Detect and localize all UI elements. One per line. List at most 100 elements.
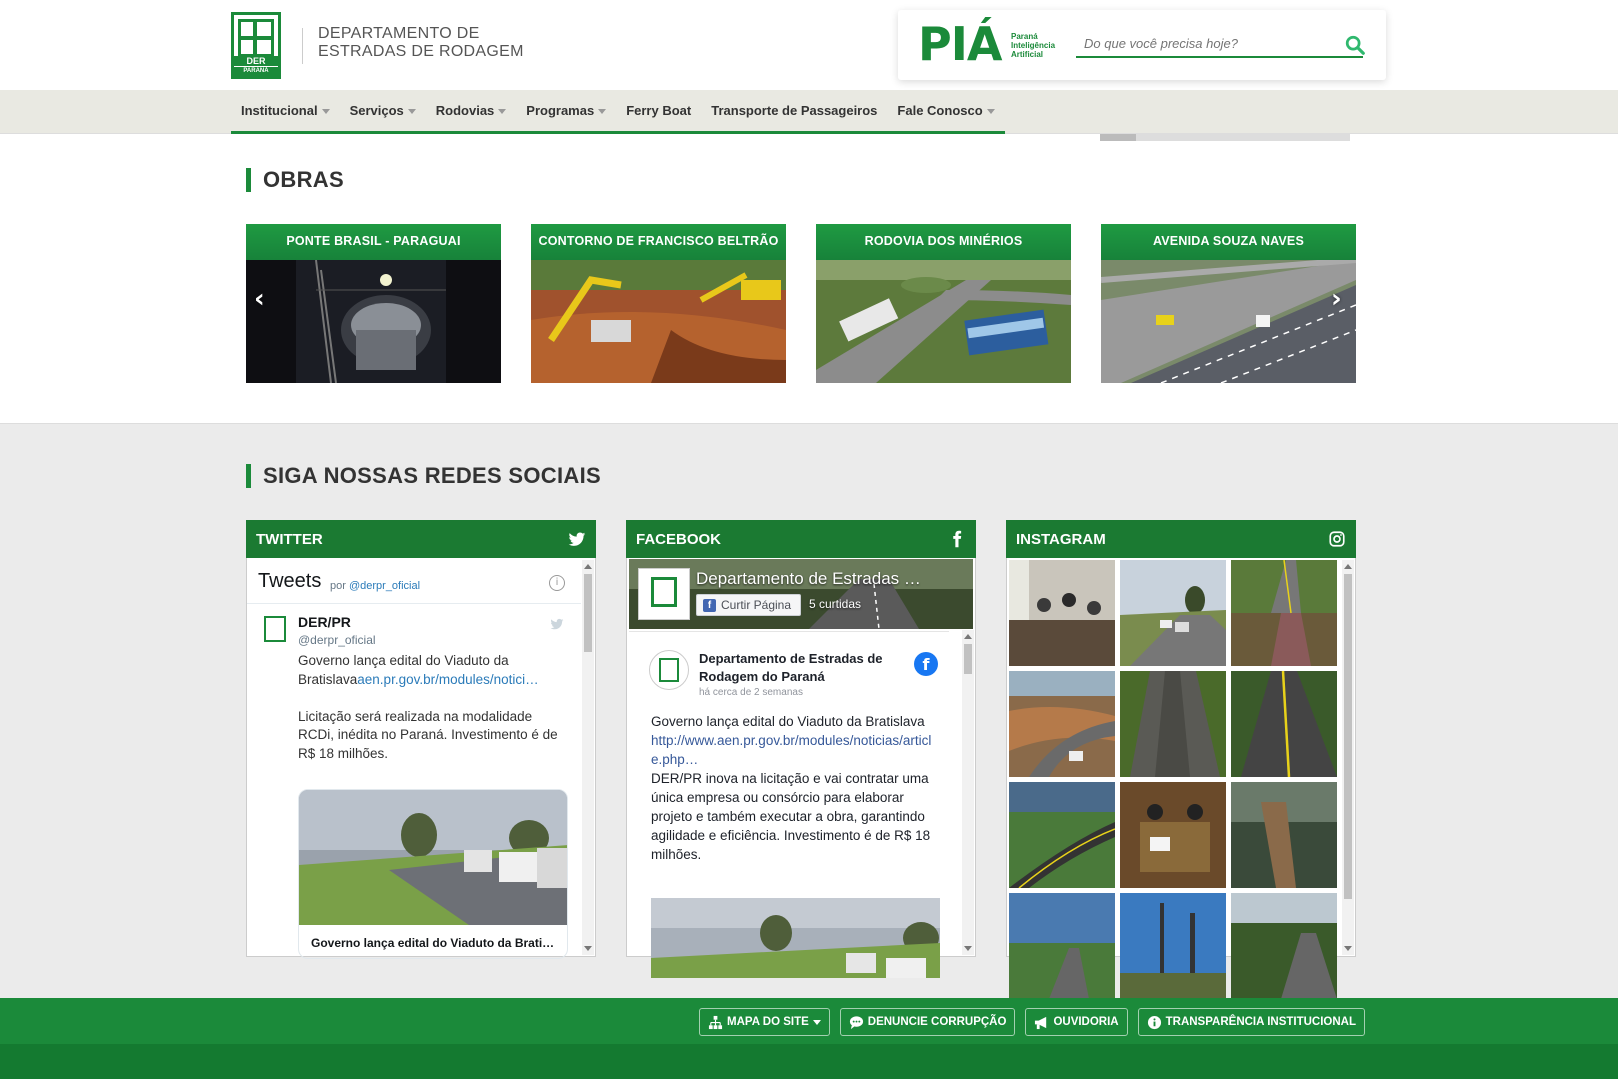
facebook-post-scrollbar[interactable]	[962, 630, 974, 955]
instagram-photo[interactable]	[1231, 671, 1337, 777]
facebook-post-author[interactable]: Departamento de Estradas de Rodagem do P…	[699, 650, 914, 686]
chevron-down-icon	[321, 109, 330, 115]
tweet-card-title: Governo lança edital do Viaduto da Brati…	[311, 936, 555, 950]
twitter-timeline-header: Tweets por @derpr_oficial i	[247, 560, 581, 604]
instagram-photo[interactable]	[1231, 782, 1337, 888]
nav-item-fale-conosco[interactable]: Fale Conosco	[887, 90, 1004, 131]
nav-item-programas[interactable]: Programas	[516, 90, 616, 131]
facebook-logo-icon[interactable]: f	[914, 652, 938, 676]
instagram-scrollbar[interactable]	[1342, 560, 1354, 955]
instagram-photo[interactable]	[1009, 782, 1115, 888]
obra-card-avenida-souza-naves[interactable]: AVENIDA SOUZA NAVES ›	[1101, 224, 1356, 383]
nav-item-label: Fale Conosco	[897, 103, 983, 118]
facebook-scrollbar-thumb[interactable]	[964, 644, 972, 674]
nav-item-label: Rodovias	[435, 103, 495, 118]
obra-card-rodovia-dos-minerios[interactable]: RODOVIA DOS MINÉRIOS	[816, 224, 1071, 383]
scroll-up-icon[interactable]	[1344, 564, 1352, 569]
twitter-avatar[interactable]	[264, 616, 286, 642]
footer-button-ouvidoria[interactable]: OUVIDORIA	[1025, 1008, 1128, 1036]
facebook-like-button[interactable]: f Curtir Página	[696, 594, 801, 616]
obra-card-title: CONTORNO DE FRANCISCO BELTRÃO	[531, 224, 786, 260]
info-icon[interactable]: i	[549, 575, 565, 591]
facebook-page-avatar[interactable]	[638, 568, 690, 620]
obra-card-ponte-brasil-paraguai[interactable]: PONTE BRASIL - PARAGUAI ‹	[246, 224, 501, 383]
obra-card-title: PONTE BRASIL - PARAGUAI	[246, 224, 501, 260]
instagram-photo[interactable]	[1009, 893, 1115, 999]
twitter-panel-header[interactable]: TWITTER	[246, 520, 596, 558]
facebook-post-avatar[interactable]	[649, 650, 689, 690]
search-input[interactable]	[1076, 30, 1363, 58]
facebook-post-time[interactable]: há cerca de 2 semanas	[699, 687, 803, 698]
twitter-author-handle[interactable]: @derpr_oficial	[298, 633, 376, 647]
facebook-post-image[interactable]	[651, 898, 940, 978]
instagram-photo[interactable]	[1231, 560, 1337, 666]
nav-item-transporte-de-passageiros[interactable]: Transporte de Passageiros	[701, 90, 887, 131]
social-title: SIGA NOSSAS REDES SOCIAIS	[246, 464, 601, 488]
instagram-scrollbar-thumb[interactable]	[1344, 574, 1352, 899]
footer-links: MAPA DO SITE DENUNCIE CORRUPÇÃO OUVIDORI…	[699, 1008, 1365, 1036]
instagram-panel: INSTAGRAM	[1006, 520, 1356, 999]
instagram-photo[interactable]	[1231, 893, 1337, 999]
instagram-panel-title: INSTAGRAM	[1016, 531, 1106, 548]
instagram-icon[interactable]	[1328, 530, 1346, 548]
tweet-media-card[interactable]: Governo lança edital do Viaduto da Brati…	[298, 789, 568, 959]
twitter-bird-icon[interactable]	[549, 617, 565, 631]
facebook-panel-header[interactable]: FACEBOOK	[626, 520, 976, 558]
nav-item-institucional[interactable]: Institucional	[231, 90, 340, 131]
tweet-text: Governo lança edital do Viaduto da Brati…	[298, 652, 568, 763]
megaphone-icon	[1035, 1016, 1047, 1029]
nav-scrollbar[interactable]	[1100, 134, 1350, 141]
instagram-photo[interactable]	[1120, 893, 1226, 999]
nav-item-servi-os[interactable]: Serviços	[340, 90, 426, 131]
facebook-cover[interactable]: Departamento de Estradas … f Curtir Pági…	[629, 559, 973, 629]
twitter-scrollbar[interactable]	[582, 560, 594, 955]
instagram-photo[interactable]	[1120, 671, 1226, 777]
footer-button-transparencia-institucional[interactable]: TRANSPARÊNCIA INSTITUCIONAL	[1137, 1008, 1365, 1036]
obra-image-ponte	[246, 260, 501, 383]
facebook-post: Departamento de Estradas de Rodagem do P…	[629, 631, 949, 978]
obra-image-contorno	[531, 260, 786, 383]
nav-item-label: Transporte de Passageiros	[711, 103, 878, 118]
scroll-down-icon[interactable]	[1344, 946, 1352, 951]
footer-bottom-bar	[0, 1044, 1618, 1079]
nav-item-rodovias[interactable]: Rodovias	[426, 90, 517, 131]
instagram-photo[interactable]	[1120, 560, 1226, 666]
search-icon[interactable]	[1344, 34, 1366, 56]
chevron-down-icon	[986, 109, 995, 115]
facebook-page-title[interactable]: Departamento de Estradas …	[696, 569, 921, 589]
instagram-panel-header[interactable]: INSTAGRAM	[1006, 520, 1356, 558]
sitemap-icon	[708, 1015, 723, 1029]
instagram-photo[interactable]	[1009, 560, 1115, 666]
twitter-bird-icon[interactable]	[568, 530, 586, 548]
chat-icon	[849, 1015, 863, 1029]
footer-button-label: TRANSPARÊNCIA INSTITUCIONAL	[1165, 1016, 1356, 1028]
carousel-next-arrow[interactable]: ›	[1331, 284, 1342, 314]
nav-item-ferry-boat[interactable]: Ferry Boat	[616, 90, 701, 131]
tweet-link[interactable]: aen.pr.gov.br/modules/notici…	[357, 672, 538, 687]
scroll-down-icon[interactable]	[964, 946, 972, 951]
twitter-author-name[interactable]: DER/PR	[298, 614, 351, 630]
scroll-down-icon[interactable]	[584, 946, 592, 951]
carousel-prev-arrow[interactable]: ‹	[254, 284, 265, 314]
instagram-photo[interactable]	[1120, 782, 1226, 888]
instagram-photo[interactable]	[1009, 671, 1115, 777]
org-name[interactable]: DEPARTAMENTO DE ESTRADAS DE RODAGEM	[318, 25, 524, 61]
facebook-post-link[interactable]: http://www.aen.pr.gov.br/modules/noticia…	[651, 733, 931, 767]
facebook-like-label: Curtir Página	[721, 598, 792, 612]
scroll-up-icon[interactable]	[584, 564, 592, 569]
nav-item-label: Ferry Boat	[626, 103, 692, 118]
facebook-f-icon[interactable]	[948, 530, 966, 548]
twitter-by-text: por	[330, 580, 346, 592]
footer-button-mapa-do-site[interactable]: MAPA DO SITE	[699, 1008, 830, 1036]
nav-scrollbar-thumb[interactable]	[1100, 134, 1136, 141]
pia-logo[interactable]: PIÁ	[918, 20, 1002, 68]
footer-button-denuncie-corrupcao[interactable]: DENUNCIE CORRUPÇÃO	[839, 1008, 1016, 1036]
der-logo[interactable]: DER PARANÁ	[231, 12, 281, 79]
facebook-panel: FACEBOOK Departamento de Estradas … f Cu…	[626, 520, 976, 978]
scroll-up-icon[interactable]	[964, 634, 972, 639]
tweet-text-part2: Licitação será realizada na modalidade R…	[298, 708, 558, 761]
twitter-handle-link[interactable]: @derpr_oficial	[349, 580, 420, 592]
twitter-scrollbar-thumb[interactable]	[584, 574, 592, 652]
pia-tagline: Paraná Inteligência Artificial	[1011, 32, 1055, 59]
obra-card-contorno-francisco-beltrao[interactable]: CONTORNO DE FRANCISCO BELTRÃO	[531, 224, 786, 383]
